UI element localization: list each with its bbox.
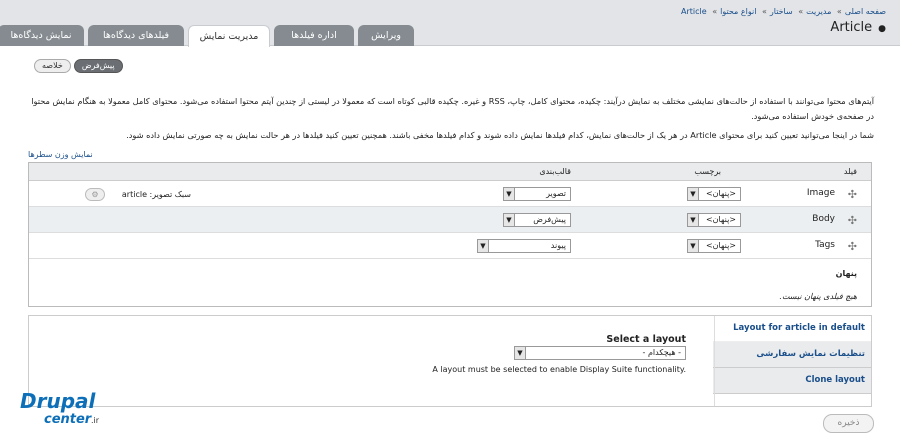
- chevron-down-icon: ▼: [688, 214, 699, 226]
- field-name: Image: [806, 188, 835, 198]
- description-paragraph-2: شما در اینجا می‌توانید تعیین کنید برای م…: [126, 130, 874, 140]
- breadcrumb-content-types[interactable]: انواع محتوا: [720, 7, 756, 16]
- bullet-icon: ●: [878, 24, 886, 34]
- save-button[interactable]: ذخیره: [823, 414, 874, 433]
- chevron-down-icon: ▼: [515, 347, 526, 359]
- layout-select-label: Select a layout: [606, 334, 686, 345]
- svg-text:.ir: .ir: [91, 416, 100, 425]
- table-row: ✣ Tags <پنهان> ▼ پیوند ▼: [29, 233, 871, 259]
- breadcrumb: صفحه اصلی» مدیریت» ساختار» انواع محتوا» …: [680, 7, 886, 16]
- gear-icon[interactable]: ⚙: [85, 188, 105, 201]
- chevron-down-icon: ▼: [688, 188, 699, 200]
- subtab-default[interactable]: پیش‌فرض: [73, 59, 123, 73]
- chevron-down-icon: ▼: [504, 214, 515, 226]
- tab-comment-display[interactable]: نمایش دیدگاه‌ها: [0, 25, 84, 46]
- chevron-down-icon: ▼: [504, 188, 515, 200]
- subtab-teaser[interactable]: خلاصه: [34, 59, 71, 73]
- hidden-region-title: پنهان: [835, 269, 857, 278]
- field-name: Tags: [815, 240, 835, 250]
- breadcrumb-admin[interactable]: مدیریت: [806, 7, 831, 16]
- chevron-down-icon: ▼: [688, 240, 699, 252]
- drag-handle-icon[interactable]: ✣: [848, 240, 857, 253]
- table-header: فیلد برچسب قالب‌بندی: [29, 163, 871, 181]
- description-paragraph-1: آیتم‌های محتوا می‌توانند با استفاده از ح…: [31, 96, 874, 121]
- label-select[interactable]: <پنهان> ▼: [687, 187, 741, 201]
- vtab-custom-display-settings[interactable]: تنظیمات نمایش سفارشی: [713, 342, 871, 368]
- secondary-tabs: خلاصه پیش‌فرض: [34, 59, 123, 73]
- column-header-field: فیلد: [843, 167, 857, 176]
- format-select[interactable]: تصویر ▼: [503, 187, 571, 201]
- layout-pane: Select a layout - هیچکدام - ▼ A layout mu…: [29, 316, 715, 406]
- page-title: ●Article: [830, 20, 886, 35]
- vtab-clone-layout[interactable]: Clone layout: [713, 368, 871, 394]
- svg-text:center: center: [44, 412, 93, 427]
- vertical-tabs: Layout for article in default تنظیمات نم…: [713, 316, 871, 406]
- primary-tabs: ویرایش اداره فیلدها مدیریت نمایش فیلدهای…: [0, 25, 414, 47]
- layout-settings: Layout for article in default تنظیمات نم…: [28, 315, 872, 407]
- table-row: ✣ Body <پنهان> ▼ پیش‌فرض ▼: [29, 207, 871, 233]
- hidden-region-empty-message: هیچ فیلدی پنهان نیست.: [779, 292, 857, 301]
- drag-handle-icon[interactable]: ✣: [848, 188, 857, 201]
- breadcrumb-article[interactable]: Article: [681, 7, 707, 16]
- fields-table: فیلد برچسب قالب‌بندی ✣ Image <پنهان> ▼ تص…: [28, 162, 872, 307]
- format-select[interactable]: پیوند ▼: [477, 239, 571, 253]
- vtab-layout[interactable]: Layout for article in default: [713, 316, 871, 342]
- field-name: Body: [812, 214, 835, 224]
- label-select[interactable]: <پنهان> ▼: [687, 239, 741, 253]
- breadcrumb-structure[interactable]: ساختار: [770, 7, 793, 16]
- tab-manage-display[interactable]: مدیریت نمایش: [188, 25, 270, 47]
- tab-edit[interactable]: ویرایش: [358, 25, 414, 46]
- page-header: صفحه اصلی» مدیریت» ساختار» انواع محتوا» …: [0, 0, 900, 47]
- column-header-label: برچسب: [694, 167, 721, 176]
- breadcrumb-home[interactable]: صفحه اصلی: [845, 7, 886, 16]
- svg-text:Drupal: Drupal: [20, 389, 97, 413]
- format-summary: سبک تصویر: article: [121, 190, 191, 199]
- label-select[interactable]: <پنهان> ▼: [687, 213, 741, 227]
- format-select[interactable]: پیش‌فرض ▼: [503, 213, 571, 227]
- drupal-center-logo: Drupal center .ir: [18, 386, 108, 428]
- show-row-weights-link[interactable]: نمایش وزن سطرها: [28, 150, 93, 159]
- tab-comment-fields[interactable]: فیلدهای دیدگاه‌ها: [88, 25, 184, 46]
- layout-select[interactable]: - هیچکدام - ▼: [514, 346, 686, 360]
- chevron-down-icon: ▼: [478, 240, 489, 252]
- table-row: ✣ Image <پنهان> ▼ تصویر ▼ سبک تصویر: artic…: [29, 181, 871, 207]
- drag-handle-icon[interactable]: ✣: [848, 214, 857, 227]
- layout-help-text: A layout must be selected to enable Disp…: [432, 365, 686, 374]
- column-header-format: قالب‌بندی: [539, 167, 571, 176]
- tab-manage-fields[interactable]: اداره فیلدها: [274, 25, 354, 46]
